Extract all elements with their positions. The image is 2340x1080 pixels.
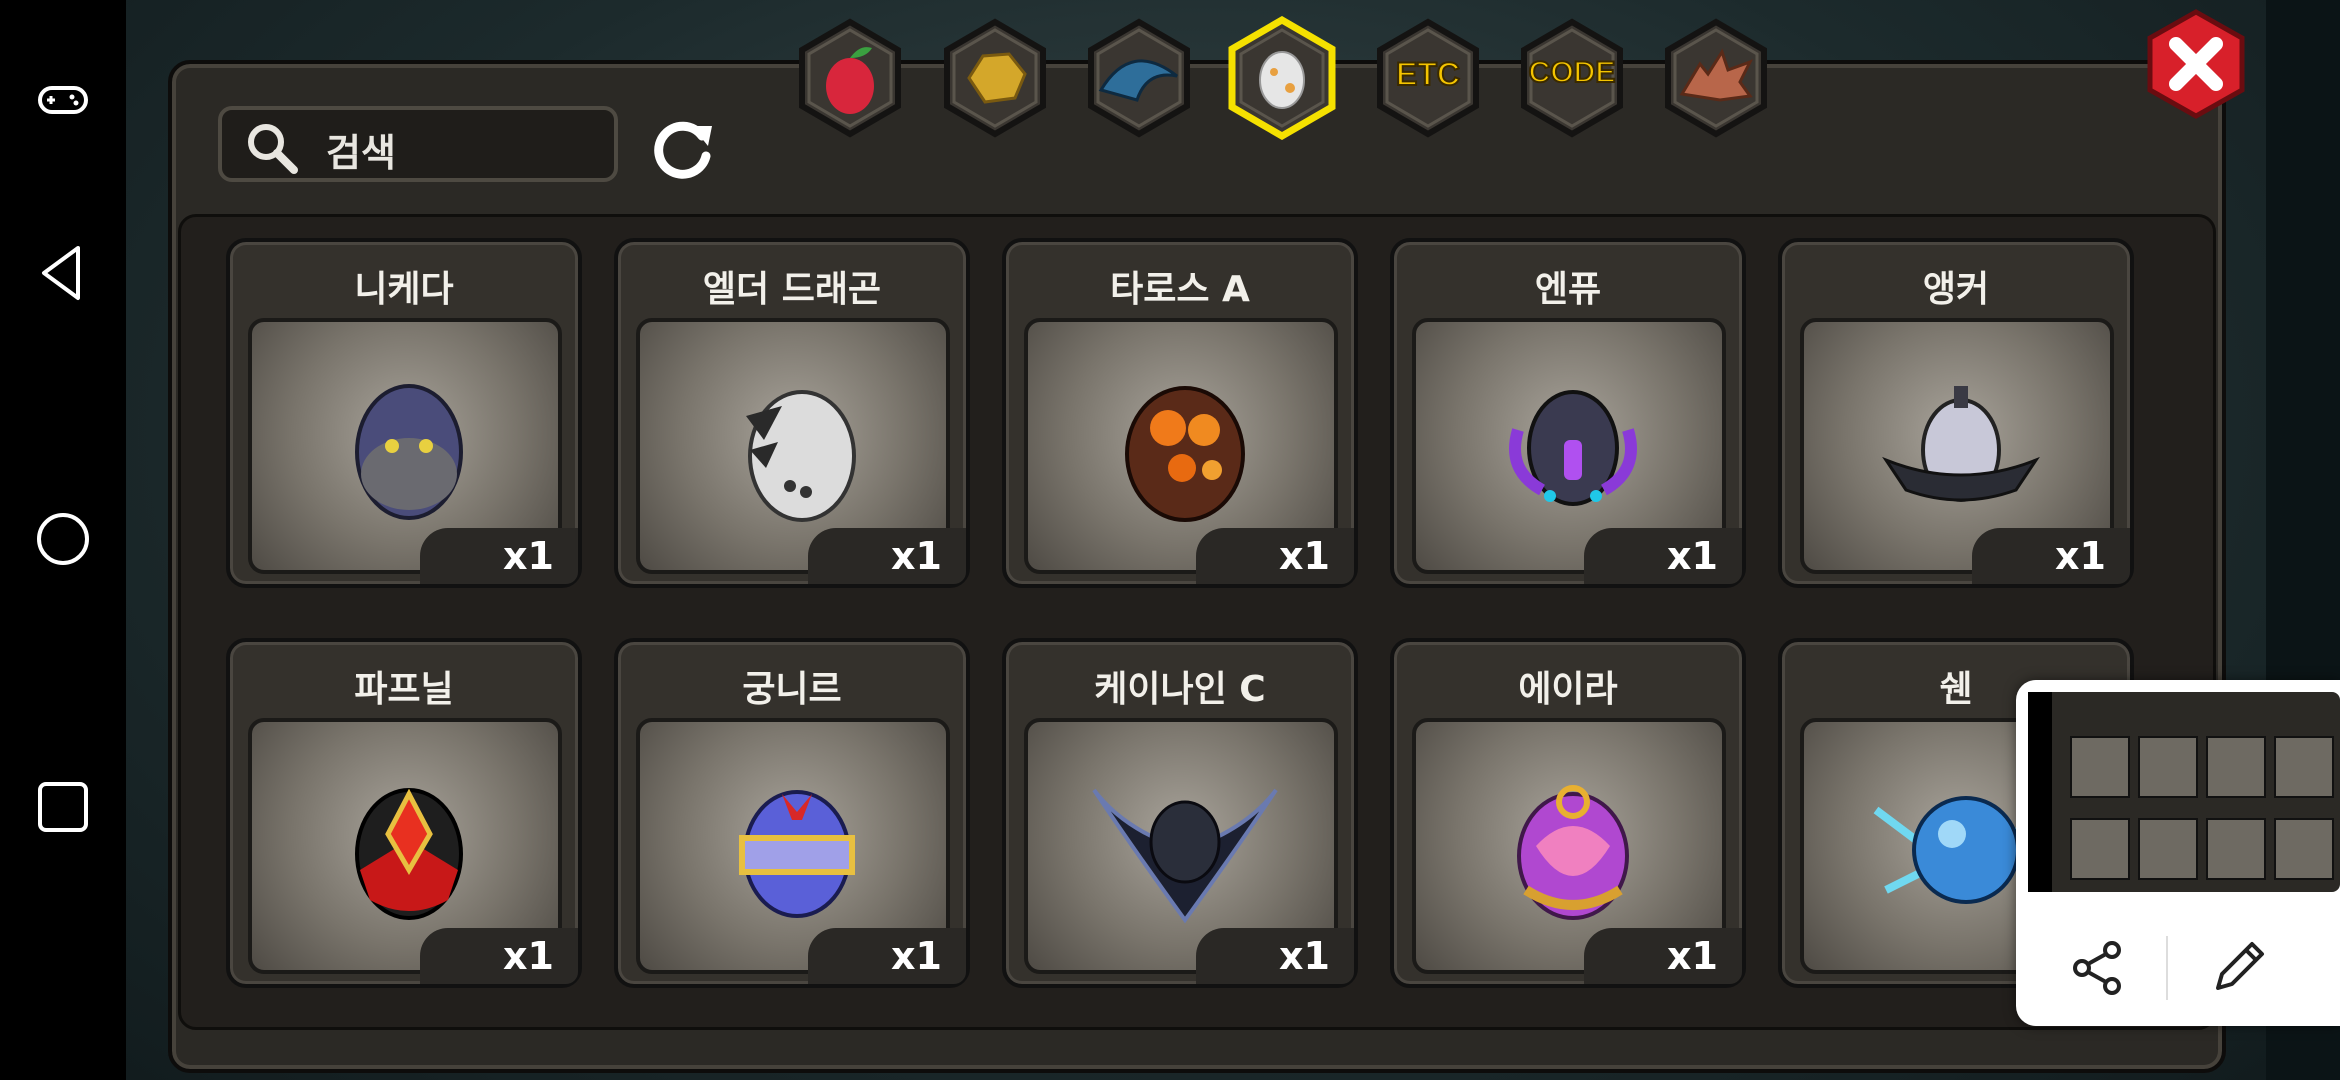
item-name: 엘더 드래곤 (702, 269, 882, 310)
search-label: 검색 (326, 131, 396, 175)
item-quantity: x1 (808, 928, 966, 984)
item-card[interactable]: 니케다 x1 (226, 238, 582, 588)
item-card[interactable]: 엔퓨 x1 (1390, 238, 1746, 588)
item-quantity: x1 (1196, 528, 1354, 584)
item-name: 파프닐 (354, 669, 454, 710)
anchor-egg-icon (1882, 386, 2040, 502)
item-quantity: x1 (808, 528, 966, 584)
close-icon[interactable] (2140, 8, 2252, 120)
screenshot-thumbnail[interactable] (2028, 692, 2340, 892)
gold-ore-icon (944, 18, 1046, 138)
enpyu-egg-icon (1509, 390, 1637, 506)
gungnir-egg-icon (739, 790, 855, 918)
item-name: 타로스 A (1110, 269, 1250, 310)
item-name: 케이나인 C (1094, 669, 1266, 710)
preview-actions (2016, 908, 2340, 1026)
item-card[interactable]: 파프닐 x1 (226, 638, 582, 988)
search-input[interactable]: 검색 (218, 106, 618, 182)
item-name: 엔퓨 (1534, 269, 1602, 310)
canine-c-egg-icon (1092, 788, 1278, 924)
refresh-icon[interactable] (648, 112, 718, 182)
item-quantity: x1 (1584, 528, 1742, 584)
tab-egg[interactable] (1220, 15, 1344, 141)
blue-scale-icon (1088, 18, 1190, 138)
nikeda-egg-icon (355, 384, 463, 520)
item-quantity: x1 (420, 928, 578, 984)
tab-code-label: CODE (1528, 55, 1617, 90)
taros-a-egg-icon (1125, 386, 1245, 522)
preview-divider (2166, 936, 2168, 1000)
tab-fruit[interactable] (788, 16, 912, 140)
screenshot-preview[interactable] (2016, 680, 2340, 1026)
gamepad-icon[interactable] (30, 66, 96, 132)
tab-etc[interactable]: ETC (1366, 16, 1490, 140)
tab-dragon[interactable] (1654, 16, 1778, 140)
share-icon[interactable] (2066, 936, 2130, 1000)
fruit-icon (799, 18, 901, 138)
android-nav-bar (0, 0, 126, 1080)
item-quantity: x1 (420, 528, 578, 584)
item-name: 앵커 (1922, 269, 1990, 310)
item-quantity: x1 (1196, 928, 1354, 984)
elder-dragon-egg-icon (746, 390, 856, 522)
item-card[interactable]: 에이라 x1 (1390, 638, 1746, 988)
item-name: 궁니르 (742, 669, 842, 710)
item-card[interactable]: 궁니르 x1 (614, 638, 970, 988)
eira-egg-icon (1517, 785, 1629, 920)
search-icon (248, 124, 298, 174)
papnil-egg-icon (355, 788, 463, 920)
item-quantity: x1 (1972, 528, 2130, 584)
item-quantity: x1 (1584, 928, 1742, 984)
egg-icon (1228, 15, 1336, 141)
item-card[interactable]: 케이나인 C x1 (1002, 638, 1358, 988)
dragon-head-icon (1665, 18, 1767, 138)
tab-code[interactable]: CODE (1510, 16, 1634, 140)
edit-pencil-icon[interactable] (2206, 936, 2270, 1000)
tab-gold-ore[interactable] (933, 16, 1057, 140)
item-card[interactable]: 엘더 드래곤 x1 (614, 238, 970, 588)
item-name: 에이라 (1518, 669, 1618, 710)
home-icon[interactable] (30, 506, 96, 572)
item-name: 니케다 (354, 269, 454, 310)
item-card[interactable]: 앵커 x1 (1778, 238, 2134, 588)
back-icon[interactable] (30, 240, 96, 306)
item-card[interactable]: 타로스 A x1 (1002, 238, 1358, 588)
tab-etc-label: ETC (1395, 55, 1461, 93)
recents-icon[interactable] (30, 774, 96, 840)
tab-scale[interactable] (1077, 16, 1201, 140)
